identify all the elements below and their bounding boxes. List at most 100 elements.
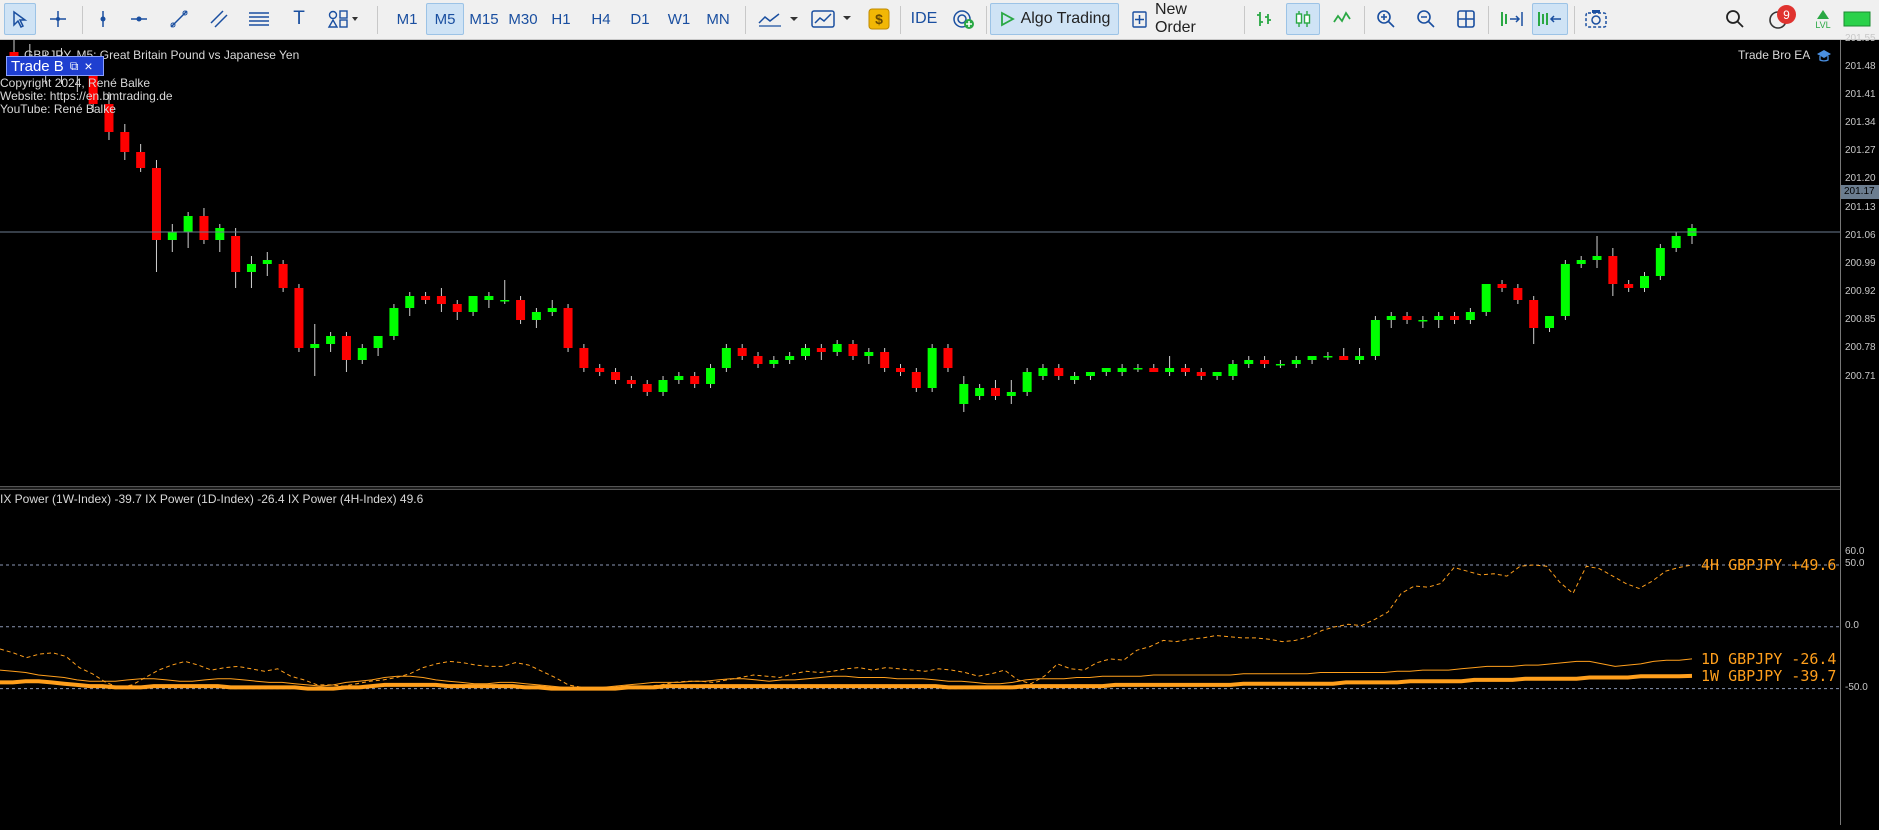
auto-scroll-button[interactable] bbox=[1532, 3, 1568, 35]
candle-bear bbox=[642, 384, 652, 392]
pointer-cursor-button[interactable] bbox=[4, 3, 36, 35]
signals-button[interactable] bbox=[948, 3, 980, 35]
candle-bear bbox=[120, 132, 130, 152]
candle-bull bbox=[1355, 356, 1365, 360]
toolbar-separator bbox=[1364, 6, 1365, 34]
candle-bull bbox=[1640, 276, 1650, 288]
candle-bull bbox=[1576, 260, 1586, 264]
ide-label: IDE bbox=[910, 10, 938, 27]
candle-bear bbox=[151, 168, 161, 240]
info-line-copyright: Copyright 2024, René Balke bbox=[0, 76, 151, 90]
zoom-out-button[interactable] bbox=[1410, 3, 1442, 35]
bar-chart-button[interactable] bbox=[1248, 3, 1280, 35]
zoom-in-button[interactable] bbox=[1370, 3, 1402, 35]
grid-icon bbox=[1457, 10, 1475, 28]
ix-power-indicator-panel[interactable]: IX Power (1W-Index) -39.7 IX Power (1D-I… bbox=[0, 490, 1840, 825]
candle-bear bbox=[341, 336, 351, 360]
price-axis-label: 201.41 bbox=[1845, 89, 1876, 100]
ide-button[interactable]: IDE bbox=[905, 3, 943, 35]
vertical-line-button[interactable] bbox=[88, 3, 118, 35]
timeframe-m15[interactable]: M15 bbox=[465, 3, 503, 35]
candlestick-icon bbox=[1295, 11, 1311, 27]
candle-bull bbox=[1434, 316, 1444, 320]
timeframe-h4[interactable]: H4 bbox=[582, 3, 620, 35]
tile-windows-button[interactable] bbox=[1450, 3, 1482, 35]
horizontal-line-button[interactable] bbox=[124, 3, 154, 35]
template-chart-icon bbox=[811, 10, 851, 28]
candle-bear bbox=[895, 368, 905, 372]
candle-bull bbox=[326, 336, 336, 344]
algo-trading-button[interactable]: Algo Trading bbox=[990, 3, 1119, 35]
indicators-menu-button[interactable] bbox=[755, 3, 803, 35]
toolbar-separator bbox=[82, 6, 83, 34]
shapes-button[interactable] bbox=[322, 3, 364, 35]
connection-bar-icon bbox=[1843, 11, 1871, 27]
fibonacci-icon bbox=[249, 12, 269, 26]
notifications-button[interactable]: 9 bbox=[1763, 3, 1797, 35]
camera-icon bbox=[1585, 10, 1607, 28]
candle-bear bbox=[990, 388, 1000, 396]
candle-bear bbox=[911, 372, 921, 388]
candle-bull bbox=[1291, 360, 1301, 364]
candle-bear bbox=[579, 348, 589, 368]
candle-bull bbox=[959, 384, 969, 404]
timeframe-h1[interactable]: H1 bbox=[543, 3, 579, 35]
candlestick-chart[interactable] bbox=[0, 40, 1840, 486]
price-axis-label: 200.99 bbox=[1845, 258, 1876, 269]
ea-panel-tab[interactable]: Trade B ⧉ × bbox=[6, 56, 104, 76]
indicator-header: IX Power (1W-Index) -39.7 IX Power (1D-I… bbox=[0, 492, 424, 506]
search-button[interactable] bbox=[1720, 3, 1750, 35]
line-chart-button[interactable] bbox=[1326, 3, 1358, 35]
trendline-button[interactable] bbox=[164, 3, 194, 35]
channel-button[interactable] bbox=[204, 3, 234, 35]
candle-bull bbox=[215, 228, 225, 240]
timeframe-label: D1 bbox=[630, 10, 650, 28]
restore-icon[interactable]: ⧉ bbox=[70, 59, 79, 74]
candle-bear bbox=[1149, 368, 1159, 372]
ix-power-indicator-chart bbox=[0, 564, 1840, 691]
candle-bull bbox=[975, 388, 985, 396]
candle-bear bbox=[1529, 300, 1539, 328]
candle-bull bbox=[1323, 356, 1333, 358]
play-icon bbox=[1000, 11, 1015, 27]
timeframe-m30[interactable]: M30 bbox=[504, 3, 542, 35]
price-axis[interactable]: 201.55 201.48 201.41 201.34 201.27 201.2… bbox=[1840, 33, 1879, 825]
candle-bear bbox=[1054, 368, 1064, 376]
timeframe-m5[interactable]: M5 bbox=[426, 3, 464, 35]
timeframe-w1[interactable]: W1 bbox=[660, 3, 698, 35]
candle-bull bbox=[310, 344, 320, 348]
candle-bear bbox=[816, 348, 826, 352]
price-axis-label: 201.13 bbox=[1845, 202, 1876, 213]
chart-window[interactable]: GBPJPY, M5: Great Britain Pound vs Japan… bbox=[0, 33, 1879, 825]
candle-bull bbox=[389, 308, 399, 336]
crosshair-button[interactable] bbox=[42, 3, 74, 35]
candlestick-chart-button[interactable] bbox=[1286, 3, 1320, 35]
screenshot-button[interactable] bbox=[1580, 3, 1612, 35]
timeframe-mn[interactable]: MN bbox=[699, 3, 737, 35]
candle-bull bbox=[801, 348, 811, 356]
text-tool-button[interactable]: T bbox=[284, 3, 314, 35]
svg-text:$: $ bbox=[875, 11, 883, 27]
indicator-axis-label: 60.0 bbox=[1845, 545, 1865, 557]
notification-badge: 9 bbox=[1777, 5, 1796, 24]
candle-bull bbox=[674, 376, 684, 380]
expert-advisor-name: Trade Bro EA bbox=[1738, 48, 1811, 62]
algo-trading-label: Algo Trading bbox=[1020, 10, 1111, 27]
templates-menu-button[interactable] bbox=[808, 3, 856, 35]
candle-bull bbox=[405, 296, 415, 308]
candle-bear bbox=[516, 300, 526, 320]
timeframe-m1[interactable]: M1 bbox=[389, 3, 425, 35]
candle-bear bbox=[136, 152, 146, 168]
candle-bull bbox=[832, 344, 842, 352]
new-order-button[interactable]: New Order bbox=[1125, 1, 1238, 36]
indicator-axis-label: -50.0 bbox=[1845, 681, 1868, 693]
chart-shift-button[interactable] bbox=[1494, 3, 1528, 35]
close-icon[interactable]: × bbox=[84, 58, 92, 74]
market-button[interactable]: $ bbox=[864, 3, 894, 35]
timeframe-d1[interactable]: D1 bbox=[621, 3, 659, 35]
price-chart-panel[interactable]: GBPJPY, M5: Great Britain Pound vs Japan… bbox=[0, 40, 1840, 486]
toolbar-separator bbox=[1244, 6, 1245, 34]
timeframe-label: M15 bbox=[469, 10, 499, 28]
fibonacci-button[interactable] bbox=[244, 3, 274, 35]
candle-bull bbox=[1275, 364, 1285, 366]
